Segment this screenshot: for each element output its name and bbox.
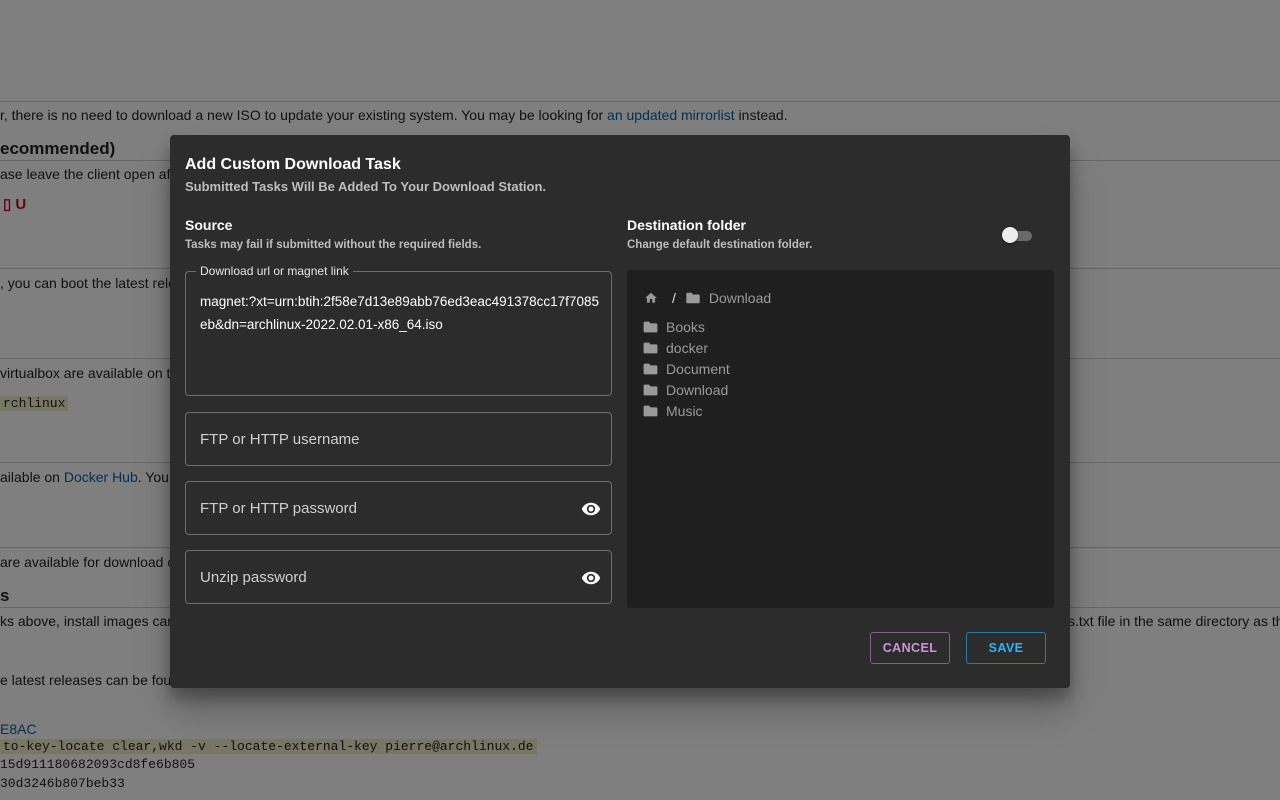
password-placeholder: FTP or HTTP password — [200, 500, 357, 517]
folder-item[interactable]: docker — [643, 337, 730, 358]
folder-name: Music — [666, 402, 703, 419]
save-button[interactable]: SAVE — [966, 632, 1046, 664]
eye-icon[interactable] — [581, 568, 601, 588]
folder-name: Books — [666, 318, 705, 335]
breadcrumb-current[interactable]: Download — [709, 290, 771, 306]
destination-subtitle: Change default destination folder. — [627, 239, 813, 251]
dialog-title: Add Custom Download Task — [185, 156, 401, 173]
folder-name: Document — [666, 360, 730, 377]
unzip-password-placeholder: Unzip password — [200, 569, 307, 586]
unzip-password-field[interactable]: Unzip password — [185, 550, 612, 604]
url-field-value[interactable]: magnet:?xt=urn:btih:2f58e7d13e89abb76ed3… — [200, 290, 600, 336]
password-field[interactable]: FTP or HTTP password — [185, 481, 612, 535]
url-field-label: Download url or magnet link — [196, 264, 353, 278]
folder-icon — [643, 363, 658, 374]
breadcrumb-separator: / — [672, 290, 676, 306]
folder-icon — [643, 342, 658, 353]
folder-browser: / Download Books docker Document Downloa… — [627, 270, 1054, 608]
folder-item[interactable]: Music — [643, 400, 730, 421]
cancel-button[interactable]: CANCEL — [870, 632, 950, 664]
folder-list: Books docker Document Download Music — [643, 316, 730, 421]
eye-icon[interactable] — [581, 499, 601, 519]
folder-name: docker — [666, 339, 709, 356]
toggle-knob — [1002, 227, 1018, 243]
dialog-subtitle: Submitted Tasks Will Be Added To Your Do… — [185, 179, 547, 194]
folder-icon — [686, 292, 700, 304]
folder-item[interactable]: Document — [643, 358, 730, 379]
folder-icon — [643, 405, 658, 416]
source-title: Source — [185, 217, 233, 233]
username-field[interactable]: FTP or HTTP username — [185, 412, 612, 466]
add-download-task-dialog: Add Custom Download Task Submitted Tasks… — [170, 135, 1070, 688]
folder-item[interactable]: Books — [643, 316, 730, 337]
destination-toggle[interactable] — [1002, 227, 1032, 243]
folder-icon — [643, 321, 658, 332]
source-subtitle: Tasks may fail if submitted without the … — [185, 239, 482, 251]
home-icon[interactable] — [644, 291, 658, 305]
destination-title: Destination folder — [627, 217, 747, 233]
breadcrumb: / Download — [644, 288, 771, 308]
username-placeholder: FTP or HTTP username — [200, 431, 360, 448]
folder-icon — [643, 384, 658, 395]
folder-item[interactable]: Download — [643, 379, 730, 400]
folder-name: Download — [666, 381, 729, 398]
url-field[interactable]: Download url or magnet link magnet:?xt=u… — [185, 264, 612, 396]
